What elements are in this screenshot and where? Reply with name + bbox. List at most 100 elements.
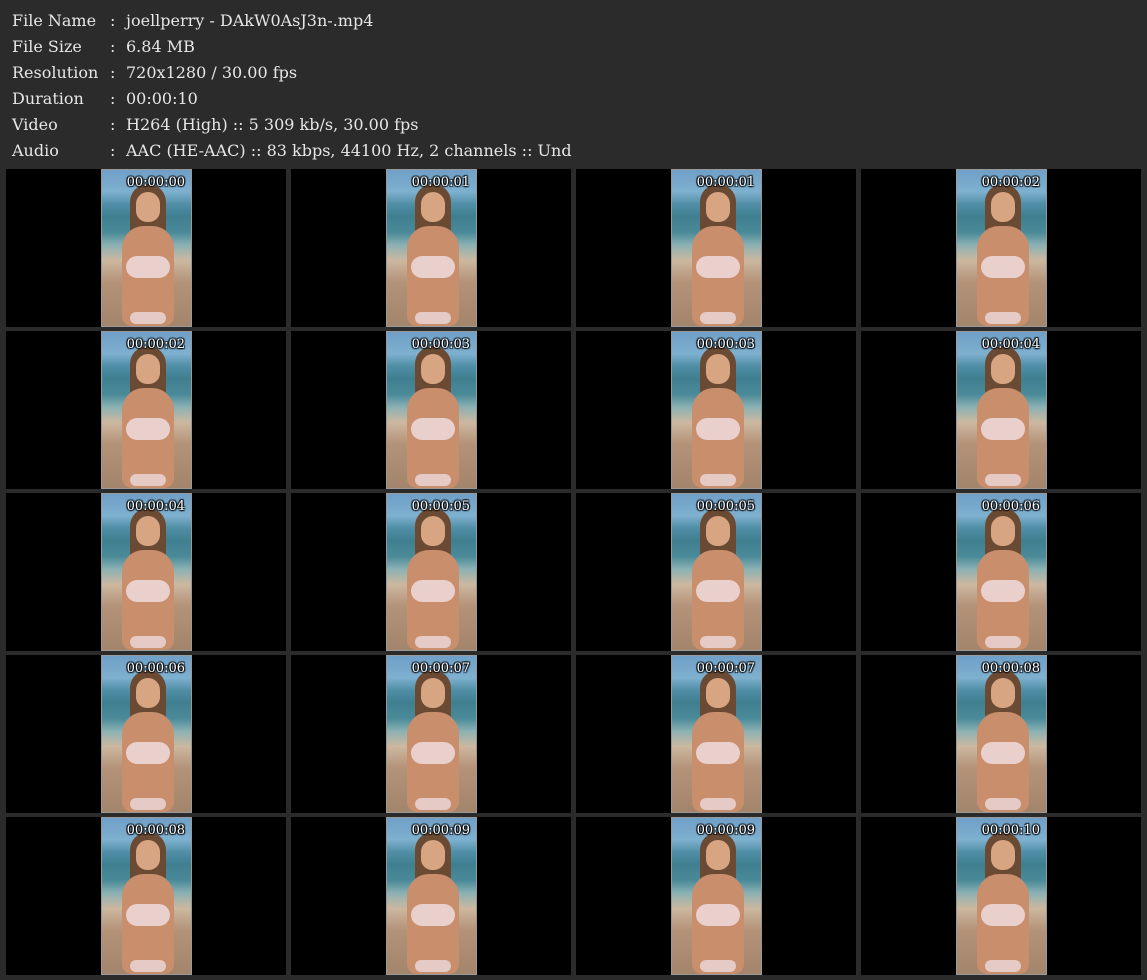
thumbnail-cell[interactable]: 00:00:06 xyxy=(6,655,286,813)
frame-subject xyxy=(112,504,174,650)
frame-subject xyxy=(112,828,174,974)
thumbnail-grid: 00:00:00 00:00:01 00:00:01 00:00:02 00:00:02… xyxy=(6,169,1141,975)
video-frame-thumbnail[interactable]: 00:00:05 xyxy=(671,493,762,651)
thumbnail-cell[interactable]: 00:00:02 xyxy=(861,169,1141,327)
frame-timestamp: 00:00:05 xyxy=(411,499,470,514)
video-frame-thumbnail[interactable]: 00:00:08 xyxy=(956,655,1047,813)
frame-timestamp: 00:00:02 xyxy=(126,337,185,352)
frame-subject xyxy=(682,666,744,812)
frame-subject xyxy=(682,504,744,650)
frame-timestamp: 00:00:03 xyxy=(411,337,470,352)
info-separator: : xyxy=(110,37,116,56)
video-frame-thumbnail[interactable]: 00:00:04 xyxy=(956,331,1047,489)
video-frame-thumbnail[interactable]: 00:00:10 xyxy=(956,817,1047,975)
video-frame-thumbnail[interactable]: 00:00:03 xyxy=(671,331,762,489)
info-separator: : xyxy=(110,89,116,108)
video-frame-thumbnail[interactable]: 00:00:03 xyxy=(386,331,477,489)
info-row: File Name: joellperry - DAkW0AsJ3n-.mp4 xyxy=(12,8,572,34)
frame-subject xyxy=(397,342,459,488)
frame-subject xyxy=(967,828,1029,974)
info-separator: : xyxy=(110,63,116,82)
frame-timestamp: 00:00:08 xyxy=(126,823,185,838)
thumbnail-cell[interactable]: 00:00:07 xyxy=(576,655,856,813)
frame-timestamp: 00:00:04 xyxy=(981,337,1040,352)
info-row: Duration:00:00:10 xyxy=(12,86,572,112)
video-frame-thumbnail[interactable]: 00:00:07 xyxy=(671,655,762,813)
video-frame-thumbnail[interactable]: 00:00:08 xyxy=(101,817,192,975)
frame-timestamp: 00:00:03 xyxy=(696,337,755,352)
frame-timestamp: 00:00:01 xyxy=(696,175,755,190)
info-row: Video: H264 (High) :: 5 309 kb/s, 30.00 f… xyxy=(12,112,572,138)
video-frame-thumbnail[interactable]: 00:00:05 xyxy=(386,493,477,651)
thumbnail-cell[interactable]: 00:00:08 xyxy=(861,655,1141,813)
frame-timestamp: 00:00:06 xyxy=(126,661,185,676)
info-value: 720x1280 / 30.00 fps xyxy=(126,63,298,82)
frame-timestamp: 00:00:06 xyxy=(981,499,1040,514)
info-separator: : xyxy=(110,141,116,160)
frame-subject xyxy=(397,666,459,812)
thumbnail-cell[interactable]: 00:00:09 xyxy=(576,817,856,975)
frame-timestamp: 00:00:04 xyxy=(126,499,185,514)
video-frame-thumbnail[interactable]: 00:00:06 xyxy=(956,493,1047,651)
thumbnail-cell[interactable]: 00:00:03 xyxy=(576,331,856,489)
info-row: Resolution:720x1280 / 30.00 fps xyxy=(12,60,572,86)
info-label: File Name xyxy=(12,11,97,30)
frame-subject xyxy=(967,342,1029,488)
video-frame-thumbnail[interactable]: 00:00:07 xyxy=(386,655,477,813)
video-frame-thumbnail[interactable]: 00:00:09 xyxy=(671,817,762,975)
frame-subject xyxy=(967,180,1029,326)
video-frame-thumbnail[interactable]: 00:00:00 xyxy=(101,169,192,327)
video-frame-thumbnail[interactable]: 00:00:01 xyxy=(386,169,477,327)
info-value: AAC (HE-AAC) :: 83 kbps, 44100 Hz, 2 cha… xyxy=(126,141,572,160)
frame-timestamp: 00:00:10 xyxy=(981,823,1040,838)
info-row: File Size:6.84 MB xyxy=(12,34,572,60)
thumbnail-cell[interactable]: 00:00:05 xyxy=(576,493,856,651)
info-label: Video xyxy=(12,115,58,134)
frame-subject xyxy=(967,504,1029,650)
frame-timestamp: 00:00:00 xyxy=(126,175,185,190)
frame-timestamp: 00:00:05 xyxy=(696,499,755,514)
info-value: 00:00:10 xyxy=(126,89,198,108)
thumbnail-cell[interactable]: 00:00:09 xyxy=(291,817,571,975)
frame-subject xyxy=(112,342,174,488)
thumbnail-cell[interactable]: 00:00:10 xyxy=(861,817,1141,975)
frame-subject xyxy=(397,828,459,974)
thumbnail-cell[interactable]: 00:00:04 xyxy=(861,331,1141,489)
info-separator: : xyxy=(110,115,116,134)
thumbnail-cell[interactable]: 00:00:01 xyxy=(291,169,571,327)
thumbnail-cell[interactable]: 00:00:07 xyxy=(291,655,571,813)
video-frame-thumbnail[interactable]: 00:00:09 xyxy=(386,817,477,975)
info-label: Audio xyxy=(12,141,59,160)
frame-timestamp: 00:00:07 xyxy=(696,661,755,676)
frame-subject xyxy=(682,180,744,326)
info-label: Duration xyxy=(12,89,84,108)
media-info-panel: File Name: joellperry - DAkW0AsJ3n-.mp4 Fi… xyxy=(12,8,572,164)
info-label: Resolution xyxy=(12,63,99,82)
frame-subject xyxy=(397,504,459,650)
frame-timestamp: 00:00:07 xyxy=(411,661,470,676)
info-label: File Size xyxy=(12,37,82,56)
video-frame-thumbnail[interactable]: 00:00:02 xyxy=(101,331,192,489)
frame-timestamp: 00:00:02 xyxy=(981,175,1040,190)
thumbnail-cell[interactable]: 00:00:03 xyxy=(291,331,571,489)
info-separator: : xyxy=(110,11,116,30)
video-frame-thumbnail[interactable]: 00:00:01 xyxy=(671,169,762,327)
contact-sheet: File Name: joellperry - DAkW0AsJ3n-.mp4 Fi… xyxy=(0,0,1147,980)
info-value: joellperry - DAkW0AsJ3n-.mp4 xyxy=(126,11,374,30)
video-frame-thumbnail[interactable]: 00:00:06 xyxy=(101,655,192,813)
info-value: H264 (High) :: 5 309 kb/s, 30.00 fps xyxy=(126,115,419,134)
frame-timestamp: 00:00:09 xyxy=(696,823,755,838)
video-frame-thumbnail[interactable]: 00:00:02 xyxy=(956,169,1047,327)
thumbnail-cell[interactable]: 00:00:01 xyxy=(576,169,856,327)
thumbnail-cell[interactable]: 00:00:00 xyxy=(6,169,286,327)
video-frame-thumbnail[interactable]: 00:00:04 xyxy=(101,493,192,651)
thumbnail-cell[interactable]: 00:00:05 xyxy=(291,493,571,651)
frame-subject xyxy=(112,666,174,812)
frame-subject xyxy=(682,828,744,974)
frame-timestamp: 00:00:01 xyxy=(411,175,470,190)
thumbnail-cell[interactable]: 00:00:02 xyxy=(6,331,286,489)
frame-subject xyxy=(397,180,459,326)
thumbnail-cell[interactable]: 00:00:06 xyxy=(861,493,1141,651)
thumbnail-cell[interactable]: 00:00:04 xyxy=(6,493,286,651)
thumbnail-cell[interactable]: 00:00:08 xyxy=(6,817,286,975)
